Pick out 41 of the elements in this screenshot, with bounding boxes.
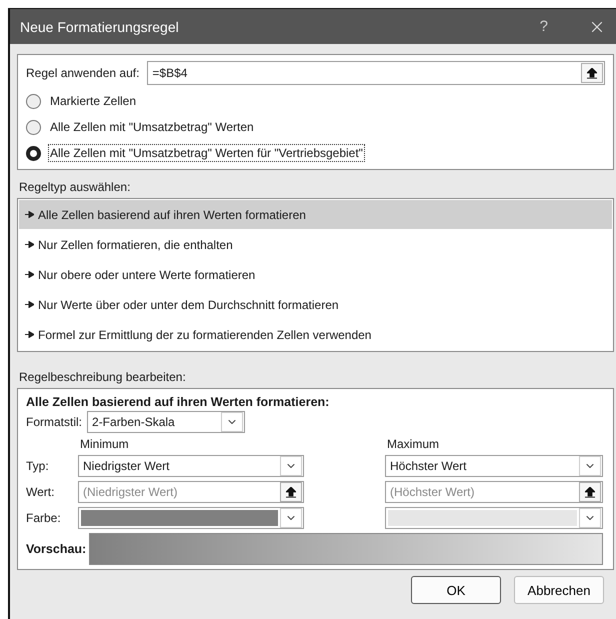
window-title: Neue Formatierungsregel — [20, 18, 180, 34]
bullet-arrow-icon — [25, 271, 34, 278]
cancel-button[interactable]: Abbrechen — [514, 576, 604, 604]
apply-to-label: Regel anwenden auf: — [26, 66, 140, 80]
type-dropdown[interactable]: Höchster Wert — [385, 455, 603, 477]
bullet-arrow-icon — [25, 211, 34, 218]
bullet-arrow-icon — [25, 331, 34, 338]
bullet-arrow-icon — [25, 301, 34, 308]
ok-button[interactable]: OK — [411, 576, 501, 604]
range-picker-button[interactable] — [579, 482, 601, 502]
radio-button[interactable] — [26, 94, 41, 108]
section-label: Regeltyp auswählen: — [19, 180, 132, 194]
type-dropdown[interactable]: Niedrigster Wert — [78, 455, 304, 477]
help-button[interactable]: ? — [540, 18, 548, 35]
range-picker-button[interactable] — [581, 63, 603, 83]
preview-label: Vorschau: — [26, 542, 86, 556]
range-field[interactable]: =$B$4 — [147, 61, 605, 85]
upload-arrow-icon — [585, 486, 595, 498]
format-style-label: Formatstil: — [26, 415, 82, 429]
value-field[interactable]: (Höchster Wert) — [385, 481, 603, 503]
color-dropdown[interactable] — [78, 507, 304, 529]
format-style-dropdown[interactable]: 2-Farben-Skala — [87, 411, 246, 433]
row-label: Typ: — [26, 459, 50, 473]
radio-label[interactable]: Markierte Zellen — [49, 93, 138, 109]
column-header: Maximum — [386, 437, 440, 451]
rule-type-item[interactable]: Alle Zellen basierend auf ihren Werten formatieren — [19, 200, 612, 229]
upload-arrow-icon — [587, 68, 597, 78]
row-label: Wert: — [26, 485, 56, 499]
description-heading: Alle Zellen basierend auf ihren Werten formatieren: — [26, 395, 330, 409]
color-dropdown[interactable] — [385, 507, 603, 529]
upload-arrow-icon — [286, 486, 296, 498]
section-label: Regelbeschreibung bearbeiten: — [19, 370, 187, 384]
row-label: Farbe: — [26, 511, 62, 525]
range-picker-button[interactable] — [280, 482, 302, 502]
bullet-arrow-icon — [25, 241, 34, 248]
radio-button[interactable] — [26, 146, 41, 160]
radio-button[interactable] — [26, 120, 41, 134]
column-header: Minimum — [79, 437, 130, 451]
radio-label[interactable]: Alle Zellen mit "Umsatzbetrag" Werten für "Vertriebsgebiet" — [49, 145, 364, 161]
value-field[interactable]: (Niedrigster Wert) — [78, 481, 304, 503]
radio-label[interactable]: Alle Zellen mit "Umsatzbetrag" Werten — [49, 119, 255, 135]
